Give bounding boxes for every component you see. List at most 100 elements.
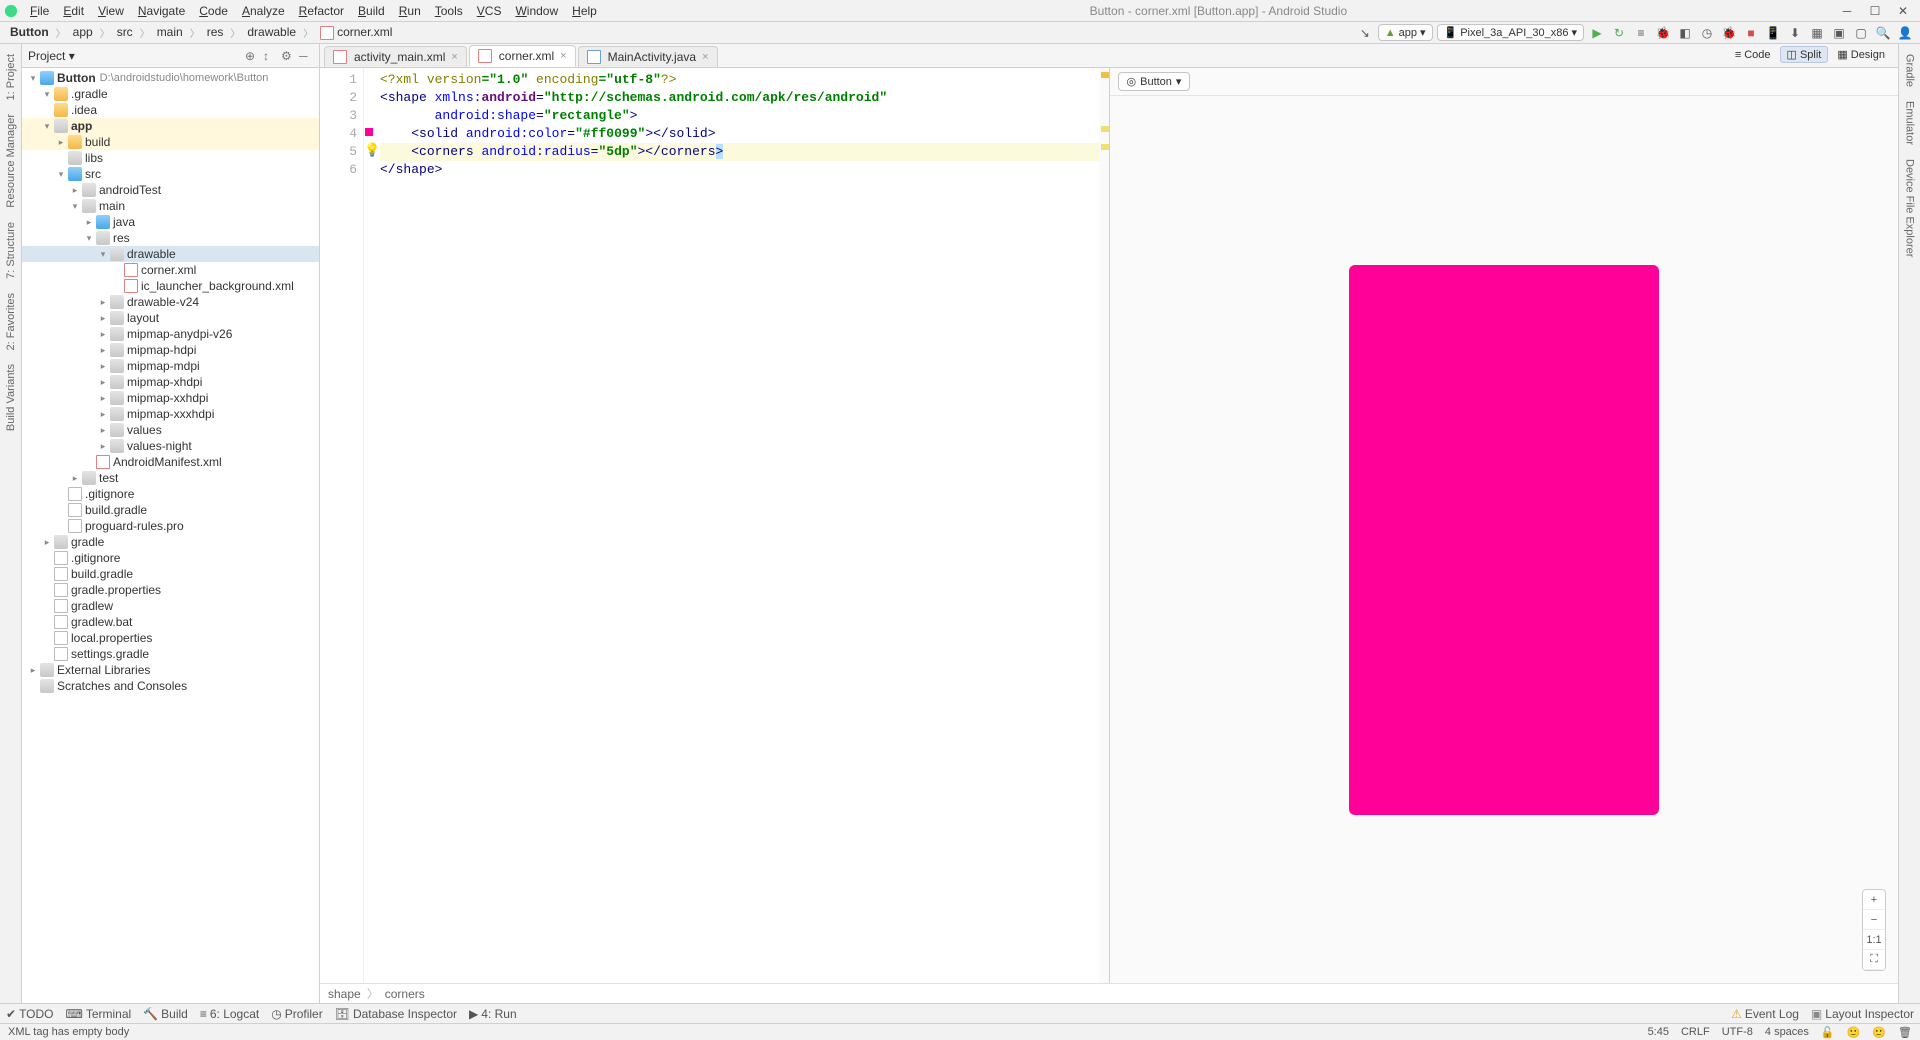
editor-tab-corner-xml[interactable]: corner.xml× bbox=[469, 45, 576, 67]
tree-item-libs[interactable]: libs bbox=[22, 150, 319, 166]
menu-navigate[interactable]: Navigate bbox=[132, 2, 191, 20]
breadcrumb-button[interactable]: Button bbox=[6, 24, 53, 40]
tree-item-mipmap-xxhdpi[interactable]: ▸mipmap-xxhdpi bbox=[22, 390, 319, 406]
breadcrumb-app[interactable]: app bbox=[69, 24, 97, 40]
menu-code[interactable]: Code bbox=[193, 2, 234, 20]
maximize-button[interactable]: ☐ bbox=[1862, 2, 1888, 20]
tool-todo[interactable]: ✔TODO bbox=[6, 1007, 54, 1021]
zoom-fit-button[interactable]: ⛶ bbox=[1863, 950, 1885, 970]
tree-item-drawable[interactable]: ▾drawable bbox=[22, 246, 319, 262]
view-mode-code[interactable]: ≡ Code bbox=[1728, 46, 1778, 63]
breadcrumb-corner.xml[interactable]: corner.xml bbox=[316, 24, 396, 41]
tree-item-ic-launcher-background-xml[interactable]: ic_launcher_background.xml bbox=[22, 278, 319, 294]
debug-icon[interactable]: 🐞 bbox=[1654, 24, 1672, 42]
side-tab-gradle[interactable]: Gradle bbox=[1902, 48, 1918, 93]
tree-item-src[interactable]: ▾src bbox=[22, 166, 319, 182]
tree-item-settings-gradle[interactable]: settings.gradle bbox=[22, 646, 319, 662]
menu-vcs[interactable]: VCS bbox=[471, 2, 508, 20]
tree-item-mipmap-hdpi[interactable]: ▸mipmap-hdpi bbox=[22, 342, 319, 358]
tree-item--gradle[interactable]: ▾.gradle bbox=[22, 86, 319, 102]
tool-database-inspector[interactable]: 🗄Database Inspector bbox=[335, 1007, 457, 1021]
tree-item-drawable-v24[interactable]: ▸drawable-v24 bbox=[22, 294, 319, 310]
preview-canvas[interactable]: + − 1:1 ⛶ bbox=[1110, 96, 1899, 983]
tree-item-gradlew[interactable]: gradlew bbox=[22, 598, 319, 614]
project-tree[interactable]: ▾ButtonD:\androidstudio\homework\Button … bbox=[22, 68, 319, 1003]
tool-logcat[interactable]: ≡6: Logcat bbox=[200, 1007, 259, 1021]
menu-help[interactable]: Help bbox=[566, 2, 603, 20]
side-tab-device-file-explorer[interactable]: Device File Explorer bbox=[1902, 153, 1918, 263]
tree-item-layout[interactable]: ▸layout bbox=[22, 310, 319, 326]
zoom-out-button[interactable]: − bbox=[1863, 910, 1885, 930]
tree-item-res[interactable]: ▾res bbox=[22, 230, 319, 246]
avd-manager-icon[interactable]: 📱 bbox=[1764, 24, 1782, 42]
tree-item-values-night[interactable]: ▸values-night bbox=[22, 438, 319, 454]
breadcrumb-drawable[interactable]: drawable bbox=[243, 24, 300, 40]
tree-item--gitignore[interactable]: .gitignore bbox=[22, 550, 319, 566]
breadcrumb-src[interactable]: src bbox=[113, 24, 137, 40]
inspection-face-icon[interactable]: 🙂 bbox=[1847, 1026, 1861, 1039]
tree-item-corner-xml[interactable]: corner.xml bbox=[22, 262, 319, 278]
tool-terminal[interactable]: ⌨Terminal bbox=[66, 1007, 132, 1021]
preview-component-dropdown[interactable]: ◎ Button ▾ bbox=[1118, 72, 1191, 91]
settings-gear-icon[interactable]: ⚙ bbox=[281, 49, 295, 63]
menu-refactor[interactable]: Refactor bbox=[293, 2, 350, 20]
side-tab-resource-manager[interactable]: Resource Manager bbox=[3, 108, 19, 214]
zoom-in-button[interactable]: + bbox=[1863, 890, 1885, 910]
zoom-11-button[interactable]: 1:1 bbox=[1863, 930, 1885, 950]
editor-breadcrumb-corners[interactable]: corners bbox=[385, 987, 425, 1001]
file-encoding[interactable]: UTF-8 bbox=[1722, 1026, 1753, 1038]
menu-view[interactable]: View bbox=[92, 2, 130, 20]
tree-item-mipmap-anydpi-v26[interactable]: ▸mipmap-anydpi-v26 bbox=[22, 326, 319, 342]
close-tab-icon[interactable]: × bbox=[451, 51, 457, 63]
sync-icon[interactable]: ↘ bbox=[1356, 24, 1374, 42]
hide-panel-icon[interactable]: ─ bbox=[299, 49, 313, 63]
tree-item-local-properties[interactable]: local.properties bbox=[22, 630, 319, 646]
profile-icon[interactable]: ◷ bbox=[1698, 24, 1716, 42]
device-dropdown[interactable]: 📱Pixel_3a_API_30_x86▾ bbox=[1437, 24, 1584, 41]
tool-layout-inspector[interactable]: ▣Layout Inspector bbox=[1811, 1007, 1914, 1021]
tree-root-label[interactable]: Button bbox=[57, 71, 96, 85]
run-icon[interactable]: ▶ bbox=[1588, 24, 1606, 42]
attach-debugger-icon[interactable]: 🐞 bbox=[1720, 24, 1738, 42]
close-button[interactable]: ✕ bbox=[1890, 2, 1916, 20]
tree-item-java[interactable]: ▸java bbox=[22, 214, 319, 230]
close-tab-icon[interactable]: × bbox=[560, 50, 566, 62]
tree-item-test[interactable]: ▸test bbox=[22, 470, 319, 486]
resource-manager-icon[interactable]: ▦ bbox=[1808, 24, 1826, 42]
project-view-dropdown[interactable]: Project ▾ bbox=[28, 49, 75, 63]
tree-item-androidtest[interactable]: ▸androidTest bbox=[22, 182, 319, 198]
tree-item-scratches-and-consoles[interactable]: Scratches and Consoles bbox=[22, 678, 319, 694]
tree-item-mipmap-xhdpi[interactable]: ▸mipmap-xhdpi bbox=[22, 374, 319, 390]
tree-item-mipmap-mdpi[interactable]: ▸mipmap-mdpi bbox=[22, 358, 319, 374]
view-mode-design[interactable]: ▦ Design bbox=[1830, 46, 1892, 63]
tree-item-main[interactable]: ▾main bbox=[22, 198, 319, 214]
menu-tools[interactable]: Tools bbox=[429, 2, 469, 20]
apply-changes-icon[interactable]: ↻ bbox=[1610, 24, 1628, 42]
tool-event-log[interactable]: ⚠Event Log bbox=[1731, 1007, 1799, 1021]
tree-item-androidmanifest-xml[interactable]: AndroidManifest.xml bbox=[22, 454, 319, 470]
tree-item-mipmap-xxxhdpi[interactable]: ▸mipmap-xxxhdpi bbox=[22, 406, 319, 422]
menu-file[interactable]: File bbox=[24, 2, 55, 20]
side-tab-7-structure[interactable]: 7: Structure bbox=[3, 216, 19, 285]
tree-item-build-gradle[interactable]: build.gradle bbox=[22, 566, 319, 582]
side-tab-emulator[interactable]: Emulator bbox=[1902, 95, 1918, 151]
menu-window[interactable]: Window bbox=[509, 2, 564, 20]
tree-item-build-gradle[interactable]: build.gradle bbox=[22, 502, 319, 518]
breadcrumb-main[interactable]: main bbox=[153, 24, 187, 40]
menu-edit[interactable]: Edit bbox=[57, 2, 90, 20]
tool-profiler[interactable]: ◷Profiler bbox=[271, 1007, 323, 1021]
close-tab-icon[interactable]: × bbox=[702, 51, 708, 63]
error-stripe[interactable] bbox=[1099, 68, 1109, 983]
caret-position[interactable]: 5:45 bbox=[1648, 1026, 1669, 1038]
tree-item--gitignore[interactable]: .gitignore bbox=[22, 486, 319, 502]
color-swatch-icon[interactable] bbox=[365, 128, 373, 136]
layout-inspector-icon[interactable]: ▣ bbox=[1830, 24, 1848, 42]
tree-item-external-libraries[interactable]: ▸External Libraries bbox=[22, 662, 319, 678]
emulator-icon[interactable]: ▢ bbox=[1852, 24, 1870, 42]
tree-item--idea[interactable]: .idea bbox=[22, 102, 319, 118]
breadcrumb-res[interactable]: res bbox=[203, 24, 228, 40]
readonly-lock-icon[interactable]: 🔓 bbox=[1821, 1026, 1835, 1039]
user-icon[interactable]: 👤 bbox=[1896, 24, 1914, 42]
run-config-dropdown[interactable]: ▲app▾ bbox=[1378, 24, 1433, 41]
tree-item-app[interactable]: ▾app bbox=[22, 118, 319, 134]
